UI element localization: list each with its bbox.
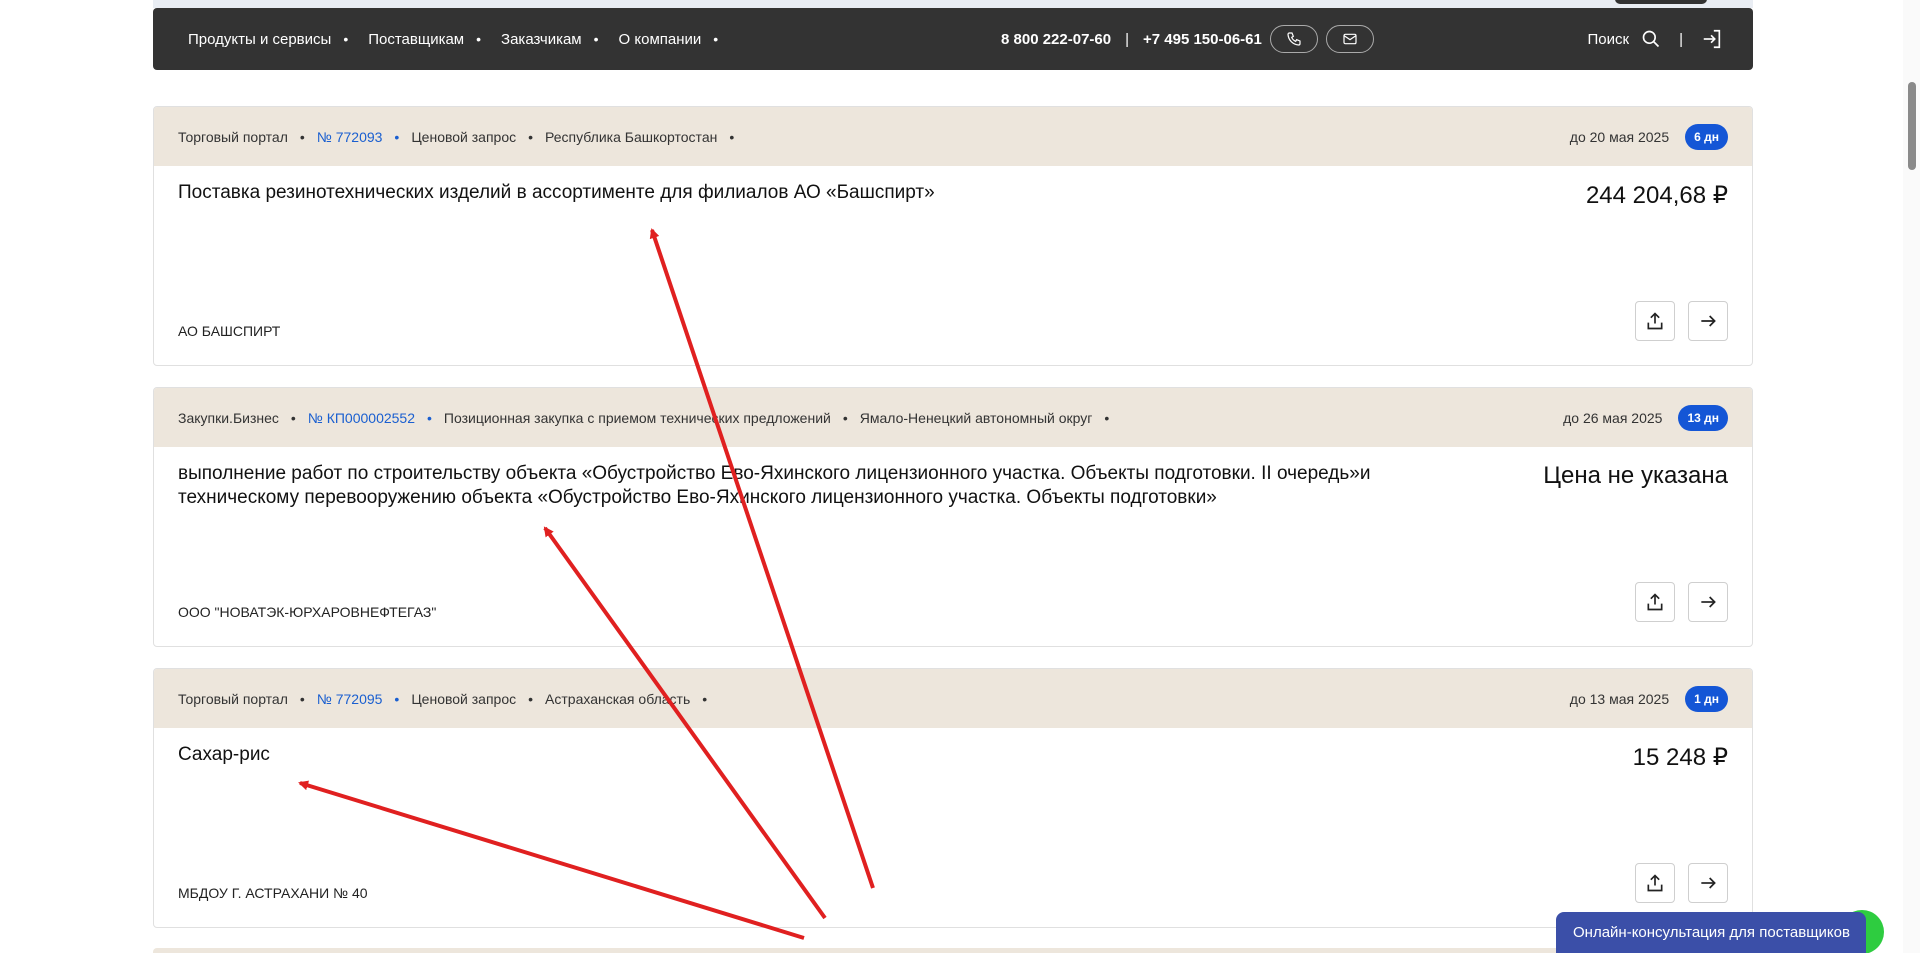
customer-organization[interactable]: МБДОУ Г. АСТРАХАНИ № 40 [178,885,368,901]
open-tender-button[interactable] [1688,863,1728,903]
share-button[interactable] [1635,582,1675,622]
mail-icon [1343,33,1357,45]
phone-icon [1287,32,1301,46]
share-icon [1647,593,1663,611]
nav-link-about[interactable]: О компании • [619,31,739,48]
card-header: Закупки.Бизнес • № КП000002552 • Позиционн… [154,388,1752,447]
tender-number-link[interactable]: № 772093 [317,129,383,145]
deadline-block: до 26 мая 2025 13 дн [1563,404,1728,431]
deadline-block: до 20 мая 2025 6 дн [1569,123,1728,150]
share-button[interactable] [1635,301,1675,341]
meta-bullet: • [528,128,534,145]
deadline-date: до 13 мая 2025 [1569,690,1670,707]
meta-bullet: • [842,409,848,426]
nav-link-label: Заказчикам [501,30,582,48]
days-left-badge: 6 дн [1685,123,1728,150]
procedure-type: Ценовой запрос [411,128,517,145]
main-navbar: Продукты и сервисы • Поставщикам • Заказчи… [153,8,1753,70]
arrow-right-icon [1701,596,1716,608]
next-card-header-edge [153,948,1753,953]
source-label: Торговый портал [178,128,288,145]
nav-dot: • [593,31,599,47]
meta-bullet: • [299,690,305,707]
tender-title[interactable]: Поставка резинотехнических изделий в асс… [178,181,1428,205]
arrow-right-icon [1701,877,1716,889]
meta-bullet: • [427,409,432,426]
card-meta: Торговый портал • № 772095 • Ценовой запро… [178,691,719,707]
region-label: Ямало-Ненецкий автономный округ [859,409,1093,426]
share-button[interactable] [1635,863,1675,903]
nav-dot: • [713,31,719,47]
nav-links: Продукты и сервисы • Поставщикам • Заказчи… [188,31,738,48]
search-icon[interactable] [1641,29,1661,49]
phone-separator: | [1125,30,1129,48]
customer-organization[interactable]: ООО "НОВАТЭК-ЮРХАРОВНЕФТЕГАЗ" [178,604,436,620]
tender-card[interactable]: Торговый портал • № 772093 • Ценовой запро… [153,106,1753,366]
nav-right: Поиск | [1588,8,1723,70]
nav-dot: • [343,31,349,47]
login-icon[interactable] [1701,28,1723,50]
page: Продукты и сервисы • Поставщикам • Заказчи… [0,0,1920,953]
nav-link-products[interactable]: Продукты и сервисы • [188,31,368,48]
phone-2[interactable]: +7 495 150-06-61 [1143,31,1262,48]
card-header: Торговый портал • № 772093 • Ценовой запро… [154,107,1752,166]
tender-price: 244 204,68 ₽ [1585,182,1728,209]
customer-organization[interactable]: АО БАШСПИРТ [178,323,280,339]
meta-bullet: • [729,128,735,145]
nav-link-customers[interactable]: Заказчикам • [501,31,619,48]
share-icon [1647,874,1663,892]
tender-price: 15 248 ₽ [1632,744,1728,771]
tender-title[interactable]: выполнение работ по строительству объект… [178,462,1428,510]
nav-link-label: О компании [618,30,702,48]
nav-dot: • [476,31,482,47]
consult-label: Онлайн-консультация для поставщиков [1573,924,1850,941]
open-tender-button[interactable] [1688,582,1728,622]
meta-bullet: • [394,690,400,707]
days-left-badge: 1 дн [1685,685,1728,712]
region-label: Астраханская область [545,690,691,707]
phones-block: 8 800 222-07-60 | +7 495 150-06-61 [1001,8,1374,70]
meta-bullet: • [299,128,305,145]
source-label: Закупки.Бизнес [178,409,279,426]
procedure-type: Ценовой запрос [411,690,517,707]
tender-card[interactable]: Закупки.Бизнес • № КП000002552 • Позиционн… [153,387,1753,647]
search-label[interactable]: Поиск [1588,31,1630,48]
nav-link-suppliers[interactable]: Поставщикам • [368,31,501,48]
open-tender-button[interactable] [1688,301,1728,341]
email-button[interactable] [1325,25,1374,53]
tender-price: Цена не указана [1543,462,1728,489]
nav-link-label: Продукты и сервисы [188,30,332,48]
days-left-badge: 13 дн [1678,404,1728,431]
meta-bullet: • [290,409,296,426]
card-meta: Торговый портал • № 772093 • Ценовой запро… [178,129,746,145]
nav-link-label: Поставщикам [368,30,465,48]
phone-1[interactable]: 8 800 222-07-60 [1001,31,1111,48]
source-label: Торговый портал [178,690,288,707]
meta-bullet: • [394,128,400,145]
procedure-type: Позиционная закупка с приемом технически… [443,409,831,426]
meta-bullet: • [528,690,534,707]
deadline-date: до 26 мая 2025 [1563,409,1663,426]
scrollbar-thumb[interactable] [1908,82,1916,170]
call-button[interactable] [1269,25,1318,53]
top-strip [153,0,1753,8]
arrow-right-icon [1701,315,1716,327]
tender-number-link[interactable]: № КП000002552 [308,410,415,426]
tender-title[interactable]: Сахар-рис [178,743,1428,767]
online-consultation-button[interactable]: Онлайн-консультация для поставщиков [1556,912,1866,953]
deadline-date: до 20 мая 2025 [1569,128,1670,145]
nav-divider: | [1679,30,1683,48]
card-header: Торговый портал • № 772095 • Ценовой запро… [154,669,1752,728]
meta-bullet: • [702,690,708,707]
region-label: Республика Башкортостан [545,128,718,145]
tender-card[interactable]: Торговый портал • № 772095 • Ценовой запро… [153,668,1753,928]
meta-bullet: • [1104,409,1110,426]
share-icon [1647,312,1663,330]
tender-number-link[interactable]: № 772095 [317,691,383,707]
card-meta: Закупки.Бизнес • № КП000002552 • Позиционн… [178,410,1121,426]
deadline-block: до 13 мая 2025 1 дн [1569,685,1728,712]
top-strip-pill[interactable] [1615,0,1707,4]
